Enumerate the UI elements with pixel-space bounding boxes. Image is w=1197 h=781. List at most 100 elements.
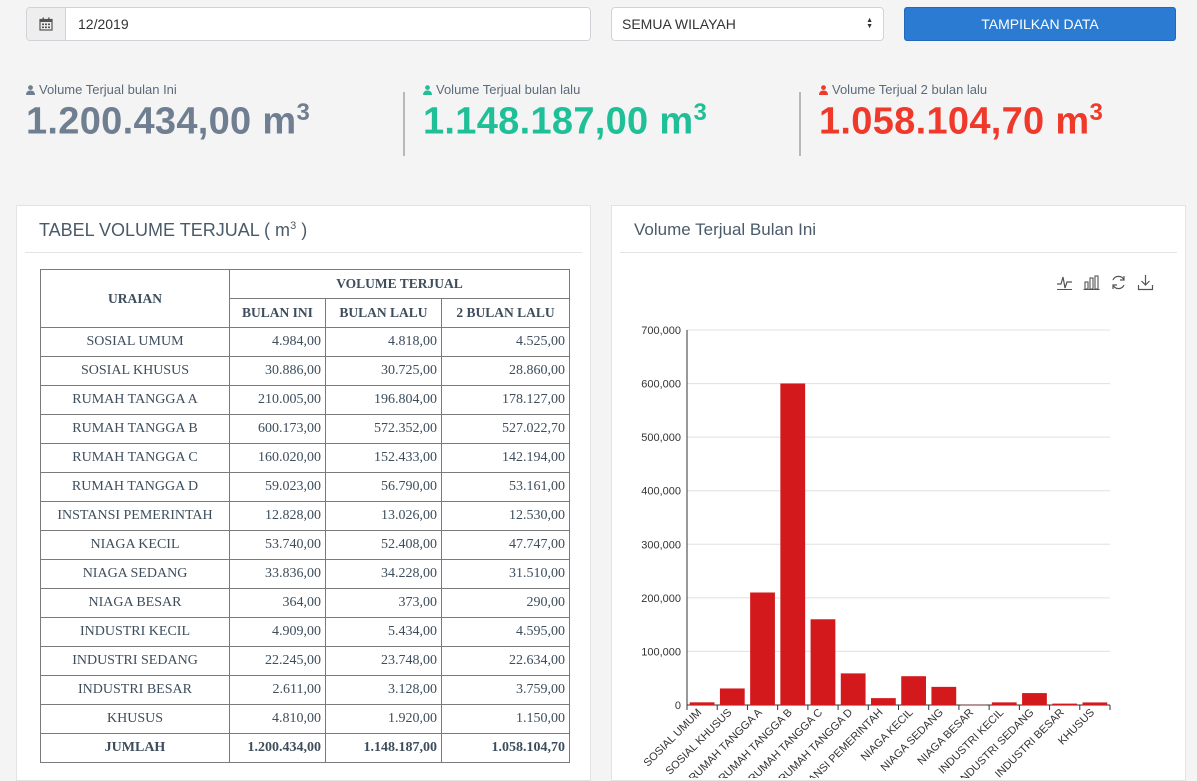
y-tick-label: 700,000 xyxy=(641,325,681,337)
chart-bar xyxy=(840,673,866,705)
table-row: SOSIAL UMUM 4.984,00 4.818,00 4.525,00 xyxy=(40,327,570,357)
user-icon xyxy=(423,84,432,95)
table-row: INSTANSI PEMERINTAH 12.828,00 13.026,00 12.… xyxy=(40,501,570,531)
table-cell-value: 1.150,00 xyxy=(441,704,570,734)
table-row: SOSIAL KHUSUS 30.886,00 30.725,00 28.860,00 xyxy=(40,356,570,386)
table-cell-value: 4.984,00 xyxy=(229,327,326,357)
table-row: INDUSTRI KECIL 4.909,00 5.434,00 4.595,00 xyxy=(40,617,570,647)
table-cell-label: INDUSTRI KECIL xyxy=(40,617,230,647)
chart-panel: Volume Terjual Bulan Ini 0 100,000 200,000… xyxy=(611,205,1186,781)
chart-bar xyxy=(689,702,715,705)
bar-chart: 0 100,000 200,000 300,000 400,000 500,000 600,… xyxy=(641,325,1111,778)
chart-bar xyxy=(810,619,836,705)
table-row: RUMAH TANGGA C 160.020,00 152.433,00 142.19… xyxy=(40,443,570,473)
table-cell-value: 196.804,00 xyxy=(325,385,442,415)
table-cell-value: 1.148.187,00 xyxy=(325,733,442,763)
table-cell-value: 527.022,70 xyxy=(441,414,570,444)
table-cell-value: 30.886,00 xyxy=(229,356,326,386)
chart-bar xyxy=(931,686,957,705)
table-cell-label: INSTANSI PEMERINTAH xyxy=(40,501,230,531)
table-cell-value: 210.005,00 xyxy=(229,385,326,415)
table-cell-label: INDUSTRI SEDANG xyxy=(40,646,230,676)
chart-bar xyxy=(901,676,926,705)
table-cell-value: 572.352,00 xyxy=(325,414,442,444)
table-cell-value: 53.740,00 xyxy=(229,530,326,560)
table-cell-label: RUMAH TANGGA C xyxy=(40,443,230,473)
chart-bar xyxy=(780,383,806,705)
column-group-header: VOLUME TERJUAL xyxy=(229,269,570,299)
table-cell-value: 4.818,00 xyxy=(325,327,442,357)
table-row: NIAGA BESAR 364,00 373,00 290,00 xyxy=(40,588,570,618)
table-cell-value: 28.860,00 xyxy=(441,356,570,386)
table-row: INDUSTRI BESAR 2.611,00 3.128,00 3.759,00 xyxy=(40,675,570,705)
y-tick-label: 300,000 xyxy=(641,539,681,551)
stat-label: Volume Terjual bulan lalu xyxy=(436,82,581,97)
column-header: BULAN INI xyxy=(229,298,326,328)
divider xyxy=(403,92,405,156)
table-cell-value: 31.510,00 xyxy=(441,559,570,589)
table-cell-label: NIAGA KECIL xyxy=(40,530,230,560)
stat-last-month: Volume Terjual bulan lalu 1.148.187,00 m… xyxy=(423,82,707,144)
table-cell-value: 2.611,00 xyxy=(229,675,326,705)
chart-bar xyxy=(991,702,1017,705)
table-row: RUMAH TANGGA D 59.023,00 56.790,00 53.161,0… xyxy=(40,472,570,502)
chart-bar xyxy=(719,688,745,705)
chart-toolbar xyxy=(1056,274,1154,291)
volume-table: URAIAN VOLUME TERJUAL BULAN INI BULAN LA… xyxy=(40,269,570,763)
y-tick-label: 600,000 xyxy=(641,379,681,391)
bar-chart-icon[interactable] xyxy=(1083,274,1100,291)
table-cell-value: 373,00 xyxy=(325,588,442,618)
table-cell-value: 160.020,00 xyxy=(229,443,326,473)
table-cell-value: 3.128,00 xyxy=(325,675,442,705)
user-icon xyxy=(819,84,828,95)
calendar-icon[interactable] xyxy=(27,8,66,40)
table-row: NIAGA SEDANG 33.836,00 34.228,00 31.510,00 xyxy=(40,559,570,589)
table-cell-label: INDUSTRI BESAR xyxy=(40,675,230,705)
unit-superscript: 3 xyxy=(1089,99,1104,126)
table-cell-value: 142.194,00 xyxy=(441,443,570,473)
table-cell-value: 34.228,00 xyxy=(325,559,442,589)
download-icon[interactable] xyxy=(1137,274,1154,291)
table-cell-label: NIAGA SEDANG xyxy=(40,559,230,589)
table-cell-value: 33.836,00 xyxy=(229,559,326,589)
chart-bar xyxy=(871,698,896,705)
table-panel-title: TABEL VOLUME TERJUAL ( m3 ) xyxy=(39,220,308,240)
table-cell-label: RUMAH TANGGA B xyxy=(40,414,230,444)
chart-bar xyxy=(1082,702,1108,705)
table-cell-value: 52.408,00 xyxy=(325,530,442,560)
table-cell-label: KHUSUS xyxy=(40,704,230,734)
table-row: NIAGA KECIL 53.740,00 52.408,00 47.747,00 xyxy=(40,530,570,560)
date-picker[interactable] xyxy=(26,7,591,41)
table-body: SOSIAL UMUM 4.984,00 4.818,00 4.525,00 SOSIA… xyxy=(40,327,570,763)
table-total-row: JUMLAH 1.200.434,00 1.148.187,00 1.058.104,… xyxy=(40,733,570,763)
column-header: 2 BULAN LALU xyxy=(441,298,570,328)
table-cell-value: 5.434,00 xyxy=(325,617,442,647)
chart-panel-title: Volume Terjual Bulan Ini xyxy=(634,220,817,239)
table-cell-value: 53.161,00 xyxy=(441,472,570,502)
stat-label: Volume Terjual bulan Ini xyxy=(39,82,177,97)
line-chart-icon[interactable] xyxy=(1056,274,1073,291)
table-cell-value: 12.828,00 xyxy=(229,501,326,531)
table-cell-value: 4.525,00 xyxy=(441,327,570,357)
table-cell-value: 1.920,00 xyxy=(325,704,442,734)
stat-value: 1.148.187,00 m xyxy=(423,100,694,143)
table-cell-value: 1.058.104,70 xyxy=(441,733,570,763)
y-tick-label: 500,000 xyxy=(641,432,681,444)
table-cell-value: 4.909,00 xyxy=(229,617,326,647)
show-data-button[interactable]: TAMPILKAN DATA xyxy=(904,7,1176,41)
table-cell-value: 23.748,00 xyxy=(325,646,442,676)
refresh-icon[interactable] xyxy=(1110,274,1127,291)
table-cell-label: NIAGA BESAR xyxy=(40,588,230,618)
table-row: RUMAH TANGGA A 210.005,00 196.804,00 178.12… xyxy=(40,385,570,415)
date-input[interactable] xyxy=(66,8,590,40)
table-cell-value: 364,00 xyxy=(229,588,326,618)
table-cell-label: JUMLAH xyxy=(40,733,230,763)
table-cell-label: RUMAH TANGGA D xyxy=(40,472,230,502)
region-select[interactable]: SEMUA WILAYAH ▲ ▼ xyxy=(611,7,884,41)
table-cell-value: 600.173,00 xyxy=(229,414,326,444)
table-cell-value: 12.530,00 xyxy=(441,501,570,531)
panel-divider xyxy=(25,252,582,253)
table-cell-value: 22.634,00 xyxy=(441,646,570,676)
table-cell-label: SOSIAL KHUSUS xyxy=(40,356,230,386)
stat-value: 1.058.104,70 m xyxy=(819,100,1090,143)
